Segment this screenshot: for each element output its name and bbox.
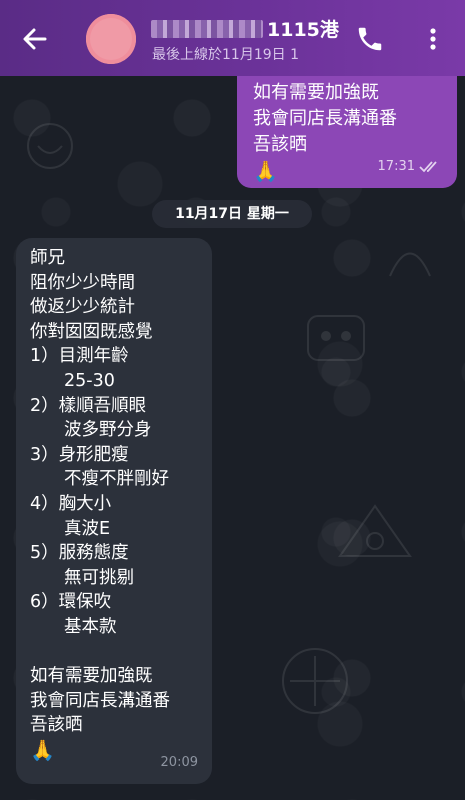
chat-header: 1115港 最後上線於11月19日 1 xyxy=(0,0,465,76)
date-separator: 11月17日 星期一 xyxy=(152,200,312,228)
message-line: 6）環保吹 xyxy=(30,592,112,613)
outgoing-message-bubble[interactable]: 如有需要加強既 我會同店長溝通番 吾該晒 🙏 17:31 xyxy=(237,76,457,188)
message-line xyxy=(30,640,202,665)
message-line: 5）服務態度 xyxy=(30,543,129,564)
message-line: 如有需要加強既 xyxy=(30,666,153,687)
more-vertical-icon xyxy=(430,28,436,50)
contact-name[interactable]: 1115港 xyxy=(151,15,351,42)
message-line: 師兄 xyxy=(30,248,65,268)
message-line: 1）目測年齡 xyxy=(30,346,129,367)
doodle-pattern-icon xyxy=(338,504,412,557)
message-line: 我會同店長溝通番 xyxy=(30,690,170,711)
message-time: 20:09 xyxy=(160,755,198,771)
doodle-pattern-icon xyxy=(307,315,365,361)
message-line: 做返少少統計 xyxy=(30,297,135,318)
message-meta: 17:31 xyxy=(378,154,441,180)
doodle-pattern-icon xyxy=(27,123,73,169)
message-line: 如有需要加強既 xyxy=(253,82,379,103)
message-line: 25-30 xyxy=(64,370,115,391)
double-check-icon xyxy=(419,161,437,173)
message-line: 你對囡囡既感覺 xyxy=(30,321,153,342)
incoming-message-bubble[interactable]: 師兄 阻你少少時間 做返少少統計 你對囡囡既感覺 1）目測年齡 25-30 2）… xyxy=(16,238,212,784)
redacted-name-icon xyxy=(151,20,263,38)
message-line: 我會同店長溝通番 xyxy=(253,108,397,129)
contact-name-text: 1115港 xyxy=(267,19,339,41)
last-seen-status: 最後上線於11月19日 1 xyxy=(152,47,299,63)
call-button[interactable] xyxy=(355,24,385,54)
message-line: 3）身形肥瘦 xyxy=(30,444,129,465)
message-line: 阻你少少時間 xyxy=(30,272,135,293)
more-options-button[interactable] xyxy=(420,24,446,54)
doodle-pattern-icon xyxy=(389,252,431,277)
message-line: 波多野分身 xyxy=(64,420,152,441)
message-line: 真波E xyxy=(64,518,111,539)
doodle-pattern-icon xyxy=(282,648,348,714)
avatar[interactable] xyxy=(86,14,136,64)
back-button[interactable] xyxy=(18,22,52,56)
message-line: 不瘦不胖剛好 xyxy=(64,469,169,490)
message-line: 吾該晒 xyxy=(30,715,83,736)
chat-area[interactable]: 如有需要加強既 我會同店長溝通番 吾該晒 🙏 17:31 11月17日 星期一 … xyxy=(0,76,465,800)
message-line: 無可挑剔 xyxy=(64,567,134,588)
phone-icon xyxy=(358,27,382,51)
message-line: 4）胸大小 xyxy=(30,493,112,514)
arrow-left-icon xyxy=(23,28,47,50)
message-time: 17:31 xyxy=(377,159,415,174)
message-line: 基本款 xyxy=(64,616,117,637)
message-line: 2）樣順吾順眼 xyxy=(30,395,147,416)
